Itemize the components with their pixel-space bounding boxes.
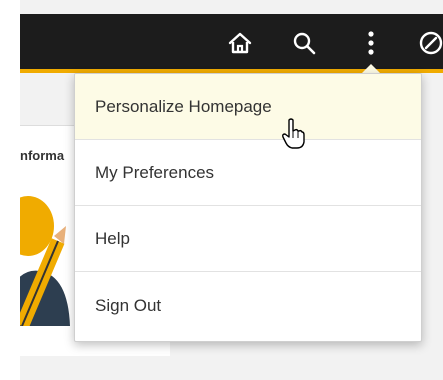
menu-caret [362, 64, 380, 73]
menu-item-help[interactable]: Help [75, 206, 421, 272]
hand-pointer-icon [282, 118, 305, 149]
search-icon[interactable] [289, 28, 319, 58]
page-margin [0, 0, 20, 380]
menu-item-personalize-homepage[interactable]: Personalize Homepage [75, 74, 421, 140]
menu-item-my-preferences[interactable]: My Preferences [75, 140, 421, 206]
tile-title: nforma [20, 148, 65, 163]
menu-item-sign-out[interactable]: Sign Out [75, 272, 421, 339]
kebab-vertical-icon[interactable] [356, 28, 386, 58]
home-icon[interactable] [225, 28, 255, 58]
profile-illustration [20, 196, 70, 326]
actions-menu: Personalize Homepage My Preferences Help… [74, 73, 422, 342]
compass-icon[interactable] [416, 28, 443, 58]
